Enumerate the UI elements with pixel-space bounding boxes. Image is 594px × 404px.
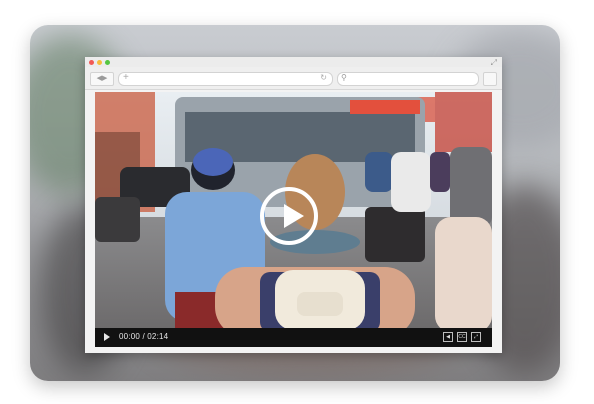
maximize-window-dot[interactable] <box>105 60 110 65</box>
browser-toolbar: ◀▶ + ↻ ⚲ <box>85 67 502 90</box>
reload-icon[interactable]: ↻ <box>320 73 327 82</box>
back-forward-buttons[interactable]: ◀▶ <box>90 72 114 86</box>
closed-captions-button[interactable]: CC <box>457 332 467 342</box>
browser-window: ⤢ ◀▶ + ↻ ⚲ 00:00 / 02:14 ◀ CC ⤢ <box>85 57 502 353</box>
video-player[interactable]: 00:00 / 02:14 ◀ CC ⤢ <box>95 92 492 347</box>
close-window-dot[interactable] <box>89 60 94 65</box>
volume-icon[interactable]: ◀ <box>443 332 453 342</box>
play-icon[interactable] <box>104 333 110 341</box>
play-icon <box>284 204 304 228</box>
chevron-right-icon[interactable]: ▶ <box>102 75 107 82</box>
big-play-button[interactable] <box>260 187 318 245</box>
search-icon: ⚲ <box>341 73 347 82</box>
search-bar[interactable]: ⚲ <box>337 72 479 86</box>
video-control-bar: 00:00 / 02:14 ◀ CC ⤢ <box>95 328 492 347</box>
extension-button[interactable] <box>483 72 497 86</box>
minimize-window-dot[interactable] <box>97 60 102 65</box>
browser-titlebar: ⤢ <box>85 57 502 67</box>
plus-icon[interactable]: + <box>123 72 129 83</box>
address-bar[interactable]: + ↻ <box>118 72 333 86</box>
fullscreen-icon[interactable]: ⤢ <box>471 332 481 342</box>
time-display: 00:00 / 02:14 <box>119 332 169 341</box>
